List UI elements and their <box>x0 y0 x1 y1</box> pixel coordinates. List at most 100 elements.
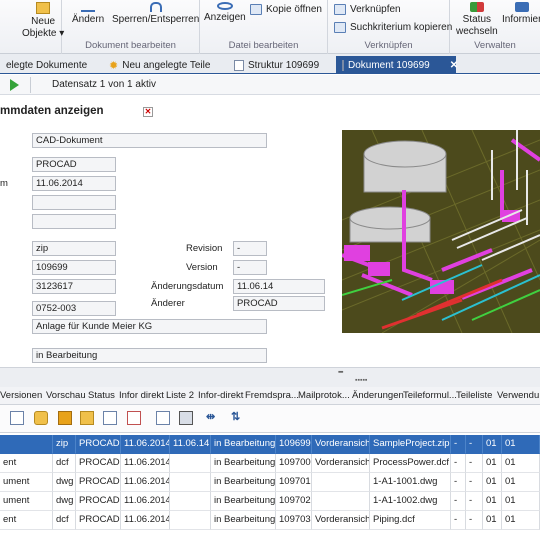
open-icon[interactable] <box>34 411 48 425</box>
label-aenderungsdatum: Änderungsdatum <box>151 281 224 292</box>
splitter-grip-icon: ▪▪▪ <box>338 369 344 376</box>
status-wechseln-button[interactable]: Status wechseln <box>456 2 498 38</box>
export-icon[interactable] <box>156 411 170 425</box>
new-objects-button[interactable]: Neue Objekte ▾ <box>22 2 64 40</box>
tab-vorschau[interactable]: Vorschau <box>46 390 86 401</box>
attach-icon[interactable] <box>80 411 94 425</box>
table-cell: dcf <box>53 511 76 530</box>
field-n2[interactable]: 3123617 <box>32 279 116 294</box>
field-empty-1[interactable] <box>32 195 116 210</box>
tab-infor-direkt[interactable]: Infor direkt <box>119 390 164 401</box>
tab-dokument[interactable]: Dokument 109699 ✕ <box>336 56 458 74</box>
field-status[interactable]: in Bearbeitung <box>32 348 267 363</box>
ribbon-group-label: Dokument bearbeiten <box>85 40 176 51</box>
tab-struktur[interactable]: Struktur 109699 <box>228 56 325 74</box>
suchkriterium-button[interactable]: Suchkriterium kopieren <box>334 22 452 33</box>
field-beschreibung[interactable]: Anlage für Kunde Meier KG <box>32 319 267 334</box>
new-document-icon[interactable] <box>10 411 24 425</box>
table-row[interactable]: ent dcf PROCAD 11.06.2014 in Bearbeitung 1097… <box>0 511 540 530</box>
tab-status[interactable]: Status <box>88 390 115 401</box>
new-objects-label: Neue Objekte ▾ <box>22 16 65 39</box>
copy-document-icon[interactable] <box>103 411 117 425</box>
sort-az-icon[interactable]: ⇅ <box>231 411 245 425</box>
ribbon-group-verwalten: Status wechseln Informier Verwalten <box>450 0 540 54</box>
lock-icon <box>149 2 162 12</box>
table-cell: Vorderansicht <box>312 454 370 473</box>
anzeigen-label: Anzeigen <box>204 12 246 23</box>
close-tab-icon[interactable]: ✕ <box>450 60 458 71</box>
table-cell: ument <box>0 473 53 492</box>
table-cell: in Bearbeitung <box>211 511 276 530</box>
tab-verwendung[interactable]: Verwendu... <box>497 390 540 401</box>
field-aenderer[interactable]: PROCAD <box>233 296 325 311</box>
tab-teileformular[interactable]: Teileformul... <box>403 390 457 401</box>
remove-document-icon[interactable] <box>127 411 141 425</box>
table-cell: 109703 <box>276 511 312 530</box>
tab-aenderungen[interactable]: Änderungen <box>352 390 404 401</box>
cutoff-label: m <box>0 178 8 189</box>
link-icon <box>334 4 346 15</box>
table-cell: in Bearbeitung <box>211 454 276 473</box>
informieren-label: Informier <box>502 14 540 25</box>
tab-teileliste[interactable]: Teileliste <box>456 390 492 401</box>
grid-toolbar: ⇹ ⇅ <box>0 405 540 433</box>
table-cell: - <box>451 435 466 454</box>
field-n3[interactable]: 0752-003 <box>32 301 116 316</box>
table-row[interactable]: ument dwg PROCAD 11.06.2014 in Bearbeitung 10… <box>0 473 540 492</box>
table-row[interactable]: zip PROCAD 11.06.2014 11.06.14 in Bearbeitun… <box>0 435 540 454</box>
informieren-button[interactable]: Informier <box>502 2 540 26</box>
ribbon-group-verknuepfen: Verknüpfen Suchkriterium kopieren Verknü… <box>328 0 452 54</box>
verknuepfen-button[interactable]: Verknüpfen <box>334 4 401 15</box>
folder-icon[interactable] <box>58 411 72 425</box>
sperren-button[interactable]: Sperren/Entsperren <box>112 2 199 26</box>
field-version[interactable]: - <box>233 260 267 275</box>
tab-infor-direkt-2[interactable]: Infor-direkt <box>198 390 243 401</box>
tab-mailprotokoll[interactable]: Mailprotok... <box>298 390 350 401</box>
table-cell: - <box>451 492 466 511</box>
aendern-button[interactable]: Ändern <box>72 2 104 26</box>
table-cell: 01 <box>483 473 502 492</box>
tab-fremdsprache[interactable]: Fremdspra... <box>245 390 299 401</box>
play-icon[interactable] <box>10 79 19 91</box>
table-cell: ProcessPower.dcf <box>370 454 451 473</box>
new-object-icon <box>36 2 51 14</box>
table-cell <box>170 492 211 511</box>
table-row[interactable]: ument dwg PROCAD 11.06.2014 in Bearbeitung 10… <box>0 492 540 511</box>
field-nummer[interactable]: 109699 <box>32 260 116 275</box>
table-cell: - <box>466 511 483 530</box>
field-datum[interactable]: 11.06.2014 <box>32 176 116 191</box>
table-cell: 01 <box>502 435 540 454</box>
table-cell: 1-A1-1001.dwg <box>370 473 451 492</box>
field-aenderungsdatum[interactable]: 11.06.14 <box>233 279 325 294</box>
table-cell: in Bearbeitung <box>211 435 276 454</box>
table-cell: zip <box>53 435 76 454</box>
field-ersteller[interactable]: PROCAD <box>32 157 116 172</box>
tab-liste-2[interactable]: Liste 2 <box>166 390 194 401</box>
tab-angelegte-dokumente[interactable]: elegte Dokumente <box>0 56 93 74</box>
anzeigen-button[interactable]: Anzeigen <box>204 2 246 24</box>
table-cell: 01 <box>483 435 502 454</box>
field-revision[interactable]: - <box>233 241 267 256</box>
table-cell: ument <box>0 492 53 511</box>
kopie-oeffnen-button[interactable]: Kopie öffnen <box>250 4 322 15</box>
field-format[interactable]: zip <box>32 241 116 256</box>
table-cell: - <box>451 473 466 492</box>
table-cell: in Bearbeitung <box>211 492 276 511</box>
table-cell: 01 <box>502 454 540 473</box>
pane-splitter[interactable]: ▪▪▪ ▪▪▪▪▪ <box>0 367 540 387</box>
table-cell <box>312 492 370 511</box>
tab-neu-angelegte-teile[interactable]: ✹ Neu angelegte Teile <box>103 56 216 74</box>
field-empty-2[interactable] <box>32 214 116 229</box>
table-row[interactable]: ent dcf PROCAD 11.06.2014 in Bearbeitung 1097… <box>0 454 540 473</box>
close-form-icon[interactable]: ✕ <box>143 107 153 117</box>
tab-versionen[interactable]: Versionen <box>0 390 42 401</box>
table-cell: - <box>466 454 483 473</box>
table-cell: - <box>451 511 466 530</box>
field-typ[interactable]: CAD-Dokument <box>32 133 267 148</box>
table-cell: 11.06.2014 <box>121 473 170 492</box>
sperren-label: Sperren/Entsperren <box>112 14 200 25</box>
table-cell: ent <box>0 454 53 473</box>
print-icon[interactable] <box>179 411 193 425</box>
split-columns-icon[interactable]: ⇹ <box>206 411 220 425</box>
edit-icon <box>81 2 96 12</box>
